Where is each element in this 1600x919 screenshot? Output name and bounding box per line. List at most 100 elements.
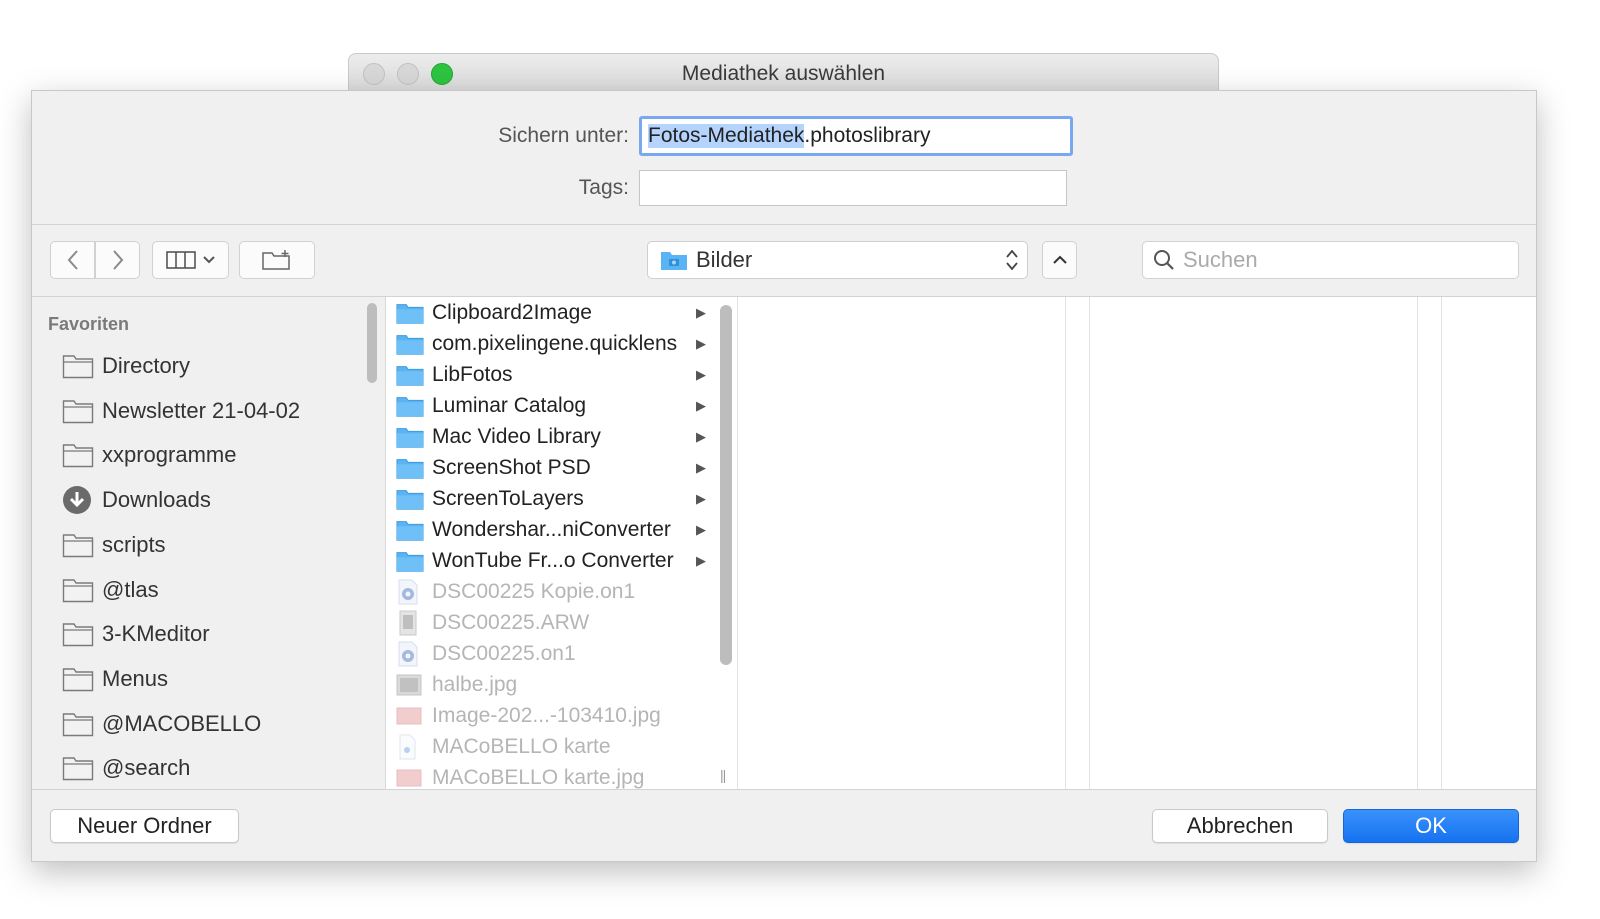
save-dialog: Sichern unter: Fotos-Mediathek .photoslib… — [31, 90, 1537, 862]
sidebar-scrollbar[interactable] — [367, 303, 377, 383]
file-row[interactable]: MACoBELLO karte.jpg — [386, 762, 644, 789]
sidebar-item-label: scripts — [102, 531, 166, 557]
back-button[interactable] — [50, 241, 95, 279]
file-icon — [396, 610, 424, 636]
file-name: MACoBELLO karte — [432, 734, 611, 758]
file-row[interactable]: Image-202...-103410.jpg — [386, 700, 661, 731]
sidebar-item-label: xxprogramme — [102, 442, 237, 468]
document-file-icon — [399, 734, 416, 759]
folder-row[interactable]: Luminar Catalog ▶ — [386, 390, 706, 421]
search-icon — [1154, 250, 1174, 270]
disclosure-arrow-icon: ▶ — [696, 366, 706, 382]
file-column-scrollbar[interactable] — [720, 305, 732, 665]
tags-label: Tags: — [578, 176, 629, 199]
empty-column-2 — [738, 297, 1066, 789]
sidebar-item-downloads[interactable]: Downloads — [62, 485, 211, 515]
view-mode-button[interactable] — [152, 241, 229, 279]
folder-icon — [396, 458, 424, 479]
sidebar-item-label: @tlas — [102, 576, 159, 602]
new-folder-button[interactable]: Neuer Ordner — [50, 809, 239, 843]
folder-icon — [62, 668, 94, 692]
save-as-input[interactable]: Fotos-Mediathek .photoslibrary — [639, 116, 1073, 156]
save-as-row: Sichern unter: Fotos-Mediathek .photoslib… — [439, 116, 1073, 156]
pictures-folder-icon — [661, 252, 687, 270]
folder-row[interactable]: ScreenShot PSD ▶ — [386, 452, 706, 483]
sidebar-item-search[interactable]: @search — [62, 753, 190, 783]
file-row[interactable]: halbe.jpg — [386, 669, 517, 700]
folder-icon — [62, 352, 94, 380]
folder-icon — [396, 520, 424, 541]
chevron-down-icon — [202, 256, 215, 264]
file-row[interactable]: DSC00225.on1 — [386, 638, 576, 669]
collapse-button[interactable] — [1042, 241, 1077, 279]
folder-icon — [62, 620, 94, 648]
file-name: Wondershar...niConverter — [432, 517, 671, 541]
folder-row[interactable]: Clipboard2Image ▶ — [386, 297, 706, 328]
folder-row[interactable]: Wondershar...niConverter ▶ — [386, 514, 706, 545]
disclosure-arrow-icon: ▶ — [696, 304, 706, 320]
forward-button[interactable] — [95, 241, 140, 279]
sidebar-item-scripts[interactable]: scripts — [62, 530, 166, 560]
sidebar-item-macobello[interactable]: @MACOBELLO — [62, 709, 261, 739]
disclosure-arrow-icon: ▶ — [696, 490, 706, 506]
folder-icon — [62, 399, 94, 423]
image-file-icon — [396, 769, 422, 786]
folder-icon — [62, 665, 94, 693]
window-title: Mediathek auswählen — [681, 62, 886, 85]
folder-row[interactable]: WonTube Fr...o Converter ▶ — [386, 545, 706, 576]
folder-icon — [396, 334, 424, 355]
file-name: ScreenShot PSD — [432, 455, 591, 479]
sidebar-item-3-kmeditor[interactable]: 3-KMeditor — [62, 619, 210, 649]
folder-icon — [396, 551, 424, 572]
file-name: DSC00225.ARW — [432, 610, 590, 634]
folder-icon — [396, 394, 424, 418]
sidebar-item-newsletter-21-04-02[interactable]: Newsletter 21-04-02 — [62, 396, 300, 426]
folder-icon — [396, 396, 424, 417]
file-name: com.pixelingene.quicklens — [432, 331, 678, 355]
file-row[interactable]: DSC00225 Kopie.on1 — [386, 576, 635, 607]
columns-view-icon — [165, 251, 196, 269]
file-row[interactable]: MACoBELLO karte — [386, 731, 611, 762]
folder-icon — [396, 365, 424, 386]
tags-input[interactable] — [639, 170, 1067, 206]
file-icon — [396, 768, 424, 788]
save-as-label: Sichern unter: — [498, 124, 629, 147]
file-name: MACoBELLO karte.jpg — [432, 765, 645, 789]
new-folder-toolbar-button[interactable] — [239, 241, 315, 279]
ok-button[interactable]: OK — [1343, 809, 1519, 843]
filename-extension: .photoslibrary — [804, 124, 931, 147]
folder-row[interactable]: com.pixelingene.quicklens ▶ — [386, 328, 706, 359]
file-name: ScreenToLayers — [432, 486, 584, 510]
column-resize-handle[interactable]: || — [720, 767, 726, 783]
folder-icon — [396, 425, 424, 449]
cancel-button[interactable]: Abbrechen — [1152, 809, 1328, 843]
file-name: Clipboard2Image — [432, 300, 592, 324]
new-folder-icon — [262, 250, 290, 270]
image-file-icon — [396, 674, 422, 695]
sidebar-item-label: Menus — [102, 665, 169, 691]
sidebar-item-label: @MACOBELLO — [102, 710, 262, 736]
search-placeholder: Suchen — [1183, 247, 1258, 272]
location-popup[interactable]: Bilder — [647, 241, 1028, 279]
search-field[interactable]: Suchen — [1142, 241, 1519, 279]
folder-icon — [62, 712, 94, 736]
chevron-right-icon — [112, 250, 123, 270]
file-row[interactable]: DSC00225.ARW — [386, 607, 589, 638]
folder-icon — [62, 444, 94, 468]
chevron-up-icon — [1052, 255, 1067, 264]
folder-icon — [396, 518, 424, 542]
sidebar-item-menus[interactable]: Menus — [62, 664, 168, 694]
folder-icon — [396, 456, 424, 480]
folder-row[interactable]: ScreenToLayers ▶ — [386, 483, 706, 514]
folder-row[interactable]: LibFotos ▶ — [386, 359, 706, 390]
file-icon — [396, 641, 424, 667]
disclosure-arrow-icon: ▶ — [696, 397, 706, 413]
folder-icon — [62, 531, 94, 559]
sidebar-item-directory[interactable]: Directory — [62, 351, 190, 381]
folder-icon — [396, 487, 424, 511]
folder-icon — [62, 710, 94, 738]
folder-icon — [62, 623, 94, 647]
sidebar-item-xxprogramme[interactable]: xxprogramme — [62, 440, 236, 470]
folder-row[interactable]: Mac Video Library ▶ — [386, 421, 706, 452]
sidebar-item-tlas[interactable]: @tlas — [62, 575, 159, 605]
